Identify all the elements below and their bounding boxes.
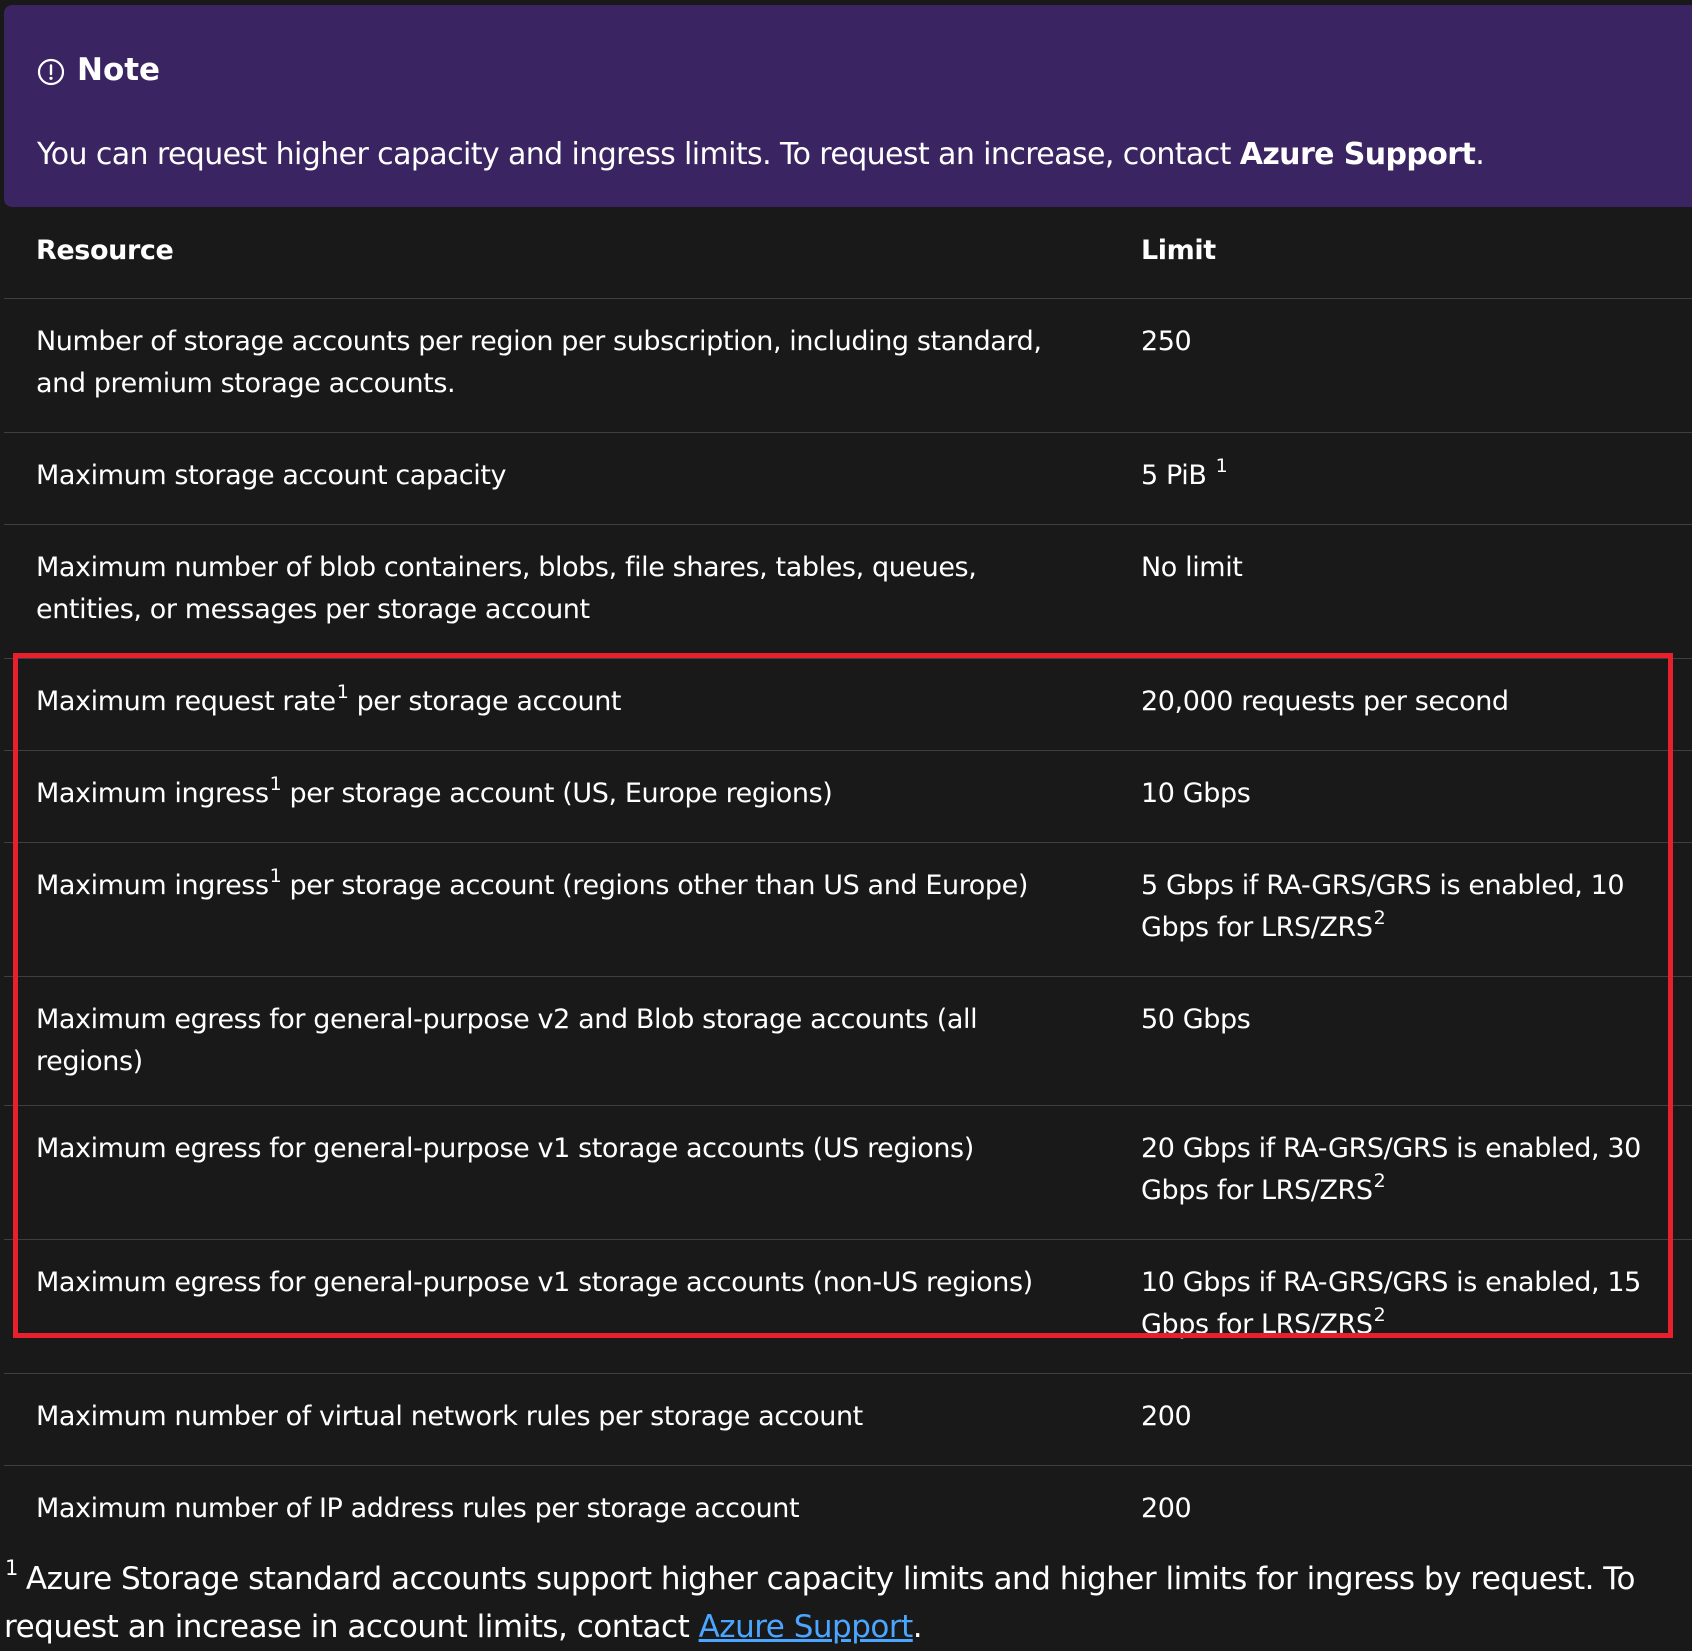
limit-cell: 250 xyxy=(1109,298,1692,433)
table-row: Maximum number of virtual network rules … xyxy=(4,1373,1692,1466)
azure-support-link[interactable]: Azure Support xyxy=(699,1609,914,1645)
resource-cell: Maximum ingress1 per storage account (US… xyxy=(4,750,1109,843)
footnote-marker: 1 xyxy=(5,1556,18,1580)
note-callout: Note You can request higher capacity and… xyxy=(4,5,1692,207)
resource-cell: Maximum egress for general-purpose v1 st… xyxy=(4,1105,1109,1240)
footnote-ref: 1 xyxy=(269,864,282,887)
table-row: Maximum egress for general-purpose v2 an… xyxy=(4,976,1692,1106)
limit-text: 10 Gbps if RA-GRS/GRS is enabled, 15 Gbp… xyxy=(1141,1266,1641,1340)
limit-text: 5 PiB xyxy=(1141,459,1207,491)
limit-cell: 20,000 requests per second xyxy=(1109,658,1692,751)
table-row: Maximum request rate1 per storage accoun… xyxy=(4,658,1692,751)
resource-text: per storage account xyxy=(348,685,622,717)
resource-cell: Maximum egress for general-purpose v1 st… xyxy=(4,1239,1109,1374)
limit-cell: 10 Gbps if RA-GRS/GRS is enabled, 15 Gbp… xyxy=(1109,1239,1692,1374)
footnote: 1 Azure Storage standard accounts support… xyxy=(4,1555,1692,1651)
footnote-ref: 2 xyxy=(1373,1169,1386,1192)
resource-cell: Maximum number of virtual network rules … xyxy=(4,1373,1109,1466)
table-row: Maximum number of IP address rules per s… xyxy=(4,1465,1692,1557)
note-text-prefix: You can request higher capacity and ingr… xyxy=(37,137,1240,172)
resource-cell: Maximum request rate1 per storage accoun… xyxy=(4,658,1109,751)
table-row: Maximum egress for general-purpose v1 st… xyxy=(4,1239,1692,1374)
resource-text: Maximum ingress xyxy=(36,869,269,901)
footnote-ref: 1 xyxy=(1215,454,1228,477)
footnote-ref: 2 xyxy=(1373,1303,1386,1326)
resource-text: Maximum ingress xyxy=(36,777,269,809)
resource-cell: Maximum number of IP address rules per s… xyxy=(36,1492,800,1524)
resource-text: Maximum request rate xyxy=(36,685,336,717)
resource-cell: Maximum egress for general-purpose v2 an… xyxy=(4,976,1109,1106)
limit-cell: 50 Gbps xyxy=(1109,976,1692,1106)
resource-cell: Maximum storage account capacity xyxy=(4,432,1109,525)
resource-cell: Maximum ingress1 per storage account (re… xyxy=(4,842,1109,977)
table-row: Maximum number of blob containers, blobs… xyxy=(4,524,1692,659)
footnote-ref: 1 xyxy=(336,680,349,703)
column-header-limit: Limit xyxy=(1109,209,1692,299)
table-row: Number of storage accounts per region pe… xyxy=(4,298,1692,433)
limit-cell: 20 Gbps if RA-GRS/GRS is enabled, 30 Gbp… xyxy=(1109,1105,1692,1240)
limit-cell: No limit xyxy=(1109,524,1692,659)
table-header-row: Resource Limit xyxy=(4,209,1692,299)
resource-cell: Maximum number of blob containers, blobs… xyxy=(4,524,1109,659)
table-row: Maximum egress for general-purpose v1 st… xyxy=(4,1105,1692,1240)
limit-cell: 200 xyxy=(1141,1492,1192,1524)
limit-text: 20 Gbps if RA-GRS/GRS is enabled, 30 Gbp… xyxy=(1141,1132,1641,1206)
note-text-suffix: . xyxy=(1475,137,1485,172)
table-row: Maximum ingress1 per storage account (US… xyxy=(4,750,1692,843)
resource-cell: Number of storage accounts per region pe… xyxy=(4,298,1109,433)
table-row: Maximum ingress1 per storage account (re… xyxy=(4,842,1692,977)
footnote-suffix: . xyxy=(912,1609,923,1645)
resource-text: per storage account (US, Europe regions) xyxy=(281,777,833,809)
limits-table: Resource Limit Number of storage account… xyxy=(4,209,1692,1557)
note-text-bold: Azure Support xyxy=(1239,137,1476,172)
limit-cell: 5 Gbps if RA-GRS/GRS is enabled, 10 Gbps… xyxy=(1109,842,1692,977)
column-header-resource: Resource xyxy=(4,209,1109,299)
note-heading: Note xyxy=(37,50,160,90)
table-row: Maximum storage account capacity 5 PiB 1 xyxy=(4,432,1692,525)
limit-cell: 200 xyxy=(1109,1373,1692,1466)
limit-text: 5 Gbps if RA-GRS/GRS is enabled, 10 Gbps… xyxy=(1141,869,1625,943)
limit-cell: 5 PiB 1 xyxy=(1109,432,1692,525)
note-body: You can request higher capacity and ingr… xyxy=(37,133,1485,177)
footnote-ref: 2 xyxy=(1373,906,1386,929)
resource-text: per storage account (regions other than … xyxy=(281,869,1029,901)
limit-cell: 10 Gbps xyxy=(1109,750,1692,843)
info-circle-icon xyxy=(37,56,65,86)
note-title: Note xyxy=(77,52,161,88)
footnote-ref: 1 xyxy=(269,772,282,795)
